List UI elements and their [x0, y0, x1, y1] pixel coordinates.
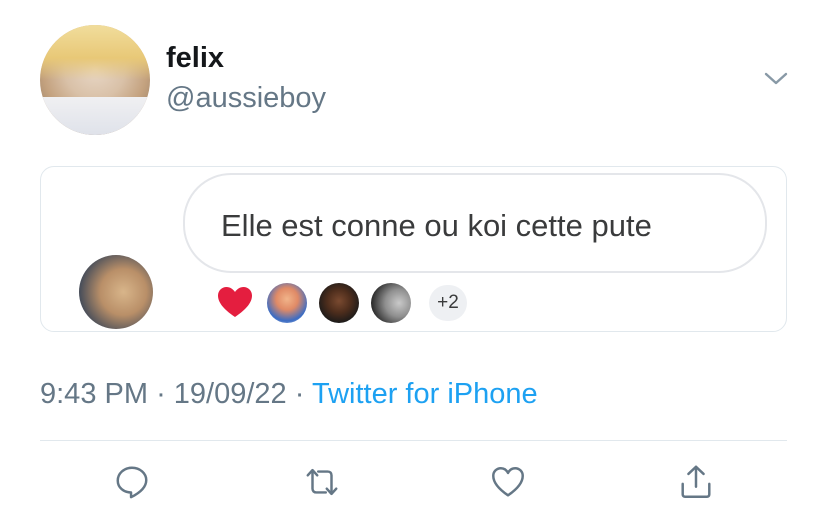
- meta-separator: ·: [156, 378, 166, 410]
- commenter-avatar: [79, 255, 153, 329]
- reply-button[interactable]: [110, 460, 154, 504]
- tweet-source-link[interactable]: Twitter for iPhone: [312, 378, 538, 410]
- meta-separator: ·: [294, 378, 305, 410]
- user-handle[interactable]: @aussieboy: [166, 82, 326, 115]
- chevron-down-icon[interactable]: [762, 64, 790, 92]
- retweet-icon: [306, 468, 338, 496]
- heart-icon: [492, 466, 524, 497]
- share-button[interactable]: [674, 460, 718, 504]
- display-name[interactable]: felix: [166, 42, 224, 75]
- like-button[interactable]: [486, 460, 530, 504]
- comment-text: Elle est conne ou koi cette pute: [221, 208, 652, 243]
- reaction-avatar: [371, 283, 411, 323]
- embedded-image-card[interactable]: Elle est conne ou koi cette pute +2: [40, 166, 787, 332]
- reaction-avatar: [267, 283, 307, 323]
- retweet-button[interactable]: [300, 460, 344, 504]
- tweet-date: 19/09/22: [173, 378, 287, 410]
- share-icon: [681, 465, 711, 498]
- reactions-more-count: +2: [429, 285, 467, 321]
- user-avatar[interactable]: [40, 25, 150, 135]
- reactions-row: +2: [215, 283, 515, 323]
- tweet-time: 9:43 PM: [40, 378, 148, 410]
- reply-icon: [116, 466, 148, 499]
- divider: [40, 440, 787, 441]
- reaction-avatar: [319, 283, 359, 323]
- comment-bubble: Elle est conne ou koi cette pute: [183, 173, 767, 273]
- avatar-shirt: [40, 97, 150, 135]
- tweet-meta: 9:43 PM · 19/09/22 · Twitter for iPhone: [40, 378, 538, 411]
- avatar-hair: [40, 25, 150, 80]
- heart-reaction-icon: [215, 283, 255, 323]
